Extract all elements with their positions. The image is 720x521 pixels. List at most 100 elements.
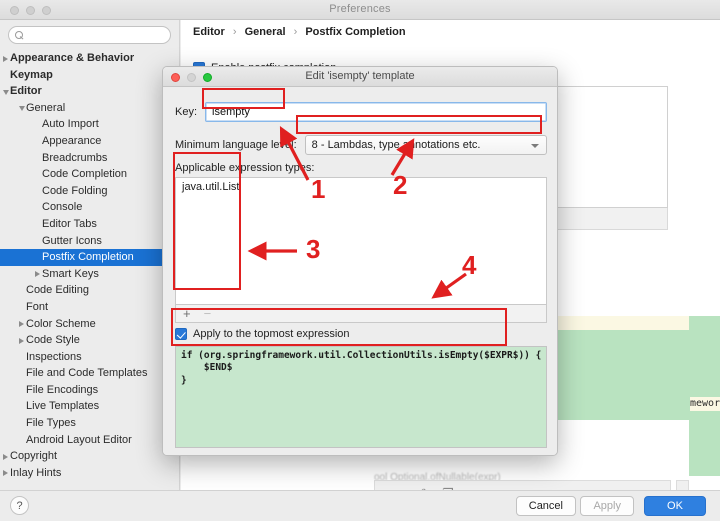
sidebar-item-label: File Encodings — [26, 383, 99, 396]
sidebar-item-label: Keymap — [10, 68, 53, 81]
breadcrumb-part-2[interactable]: General — [245, 26, 286, 38]
apply-topmost-checkbox[interactable] — [175, 328, 187, 340]
sidebar-item-editor-tabs[interactable]: Editor Tabs — [0, 216, 179, 233]
sidebar-item-label: Editor Tabs — [42, 217, 97, 230]
expression-types-label: Applicable expression types: — [175, 162, 315, 174]
expression-types-list[interactable]: java.util.List — [175, 177, 547, 305]
language-level-value: 8 - Lambdas, type annotations etc. — [311, 139, 481, 151]
sidebar-item-breadcrumbs[interactable]: Breadcrumbs — [0, 150, 179, 167]
settings-tree[interactable]: Appearance & Behavior Keymap Editor General… — [0, 50, 179, 481]
chevron-down-icon[interactable] — [19, 106, 25, 114]
sidebar-item-console[interactable]: Console — [0, 199, 179, 216]
sidebar-item-gutter-icons[interactable]: Gutter Icons — [0, 233, 179, 250]
chevron-right-icon[interactable] — [3, 453, 8, 460]
sidebar-item-label: Code Completion — [42, 168, 127, 181]
sidebar-item-label: Inlay Hints — [10, 466, 62, 479]
sidebar-item-label: Font — [26, 300, 49, 313]
ok-button[interactable]: OK — [644, 496, 706, 516]
window-title: Preferences — [329, 3, 391, 15]
key-row: Key: isempty — [175, 101, 547, 123]
background-code-line: mework.util.CollectionUtils.isE — [690, 397, 720, 411]
language-level-select[interactable]: 8 - Lambdas, type annotations etc. — [304, 135, 547, 155]
chevron-right-icon[interactable] — [3, 55, 8, 62]
sidebar-item-keymap[interactable]: Keymap — [0, 67, 179, 84]
sidebar-item-label: Console — [42, 201, 83, 214]
sidebar-item-label: General — [26, 101, 66, 114]
sidebar-item-color-scheme[interactable]: Color Scheme — [0, 316, 179, 333]
sidebar-item-label: Copyright — [10, 450, 58, 463]
sidebar-item-label: Editor — [10, 85, 42, 98]
sidebar-item-android-layout-editor[interactable]: Android Layout Editor — [0, 432, 179, 449]
key-label: Key: — [175, 106, 198, 118]
apply-button[interactable]: Apply — [580, 496, 634, 516]
sidebar-item-copyright[interactable]: Copyright — [0, 448, 179, 465]
sidebar-item-inspections[interactable]: Inspections — [0, 349, 179, 366]
sidebar-item-label: Inspections — [26, 350, 82, 363]
sidebar-item-code-style[interactable]: Code Style — [0, 332, 179, 349]
sidebar-item-label: Postfix Completion — [42, 251, 134, 264]
sidebar-item-editor[interactable]: Editor — [0, 83, 179, 100]
breadcrumb-separator-1: › — [232, 26, 237, 38]
sidebar-item-live-templates[interactable]: Live Templates — [0, 398, 179, 415]
sidebar-item-label: Smart Keys — [42, 267, 99, 280]
sidebar-item-label: Code Folding — [42, 184, 108, 197]
breadcrumb-part-1[interactable]: Editor — [193, 26, 225, 38]
help-button[interactable]: ? — [10, 496, 29, 515]
settings-sidebar[interactable]: Appearance & Behavior Keymap Editor General… — [0, 20, 180, 490]
breadcrumb-part-3: Postfix Completion — [305, 26, 406, 38]
sidebar-item-smart-keys[interactable]: Smart Keys — [0, 266, 179, 283]
sidebar-item-general[interactable]: General — [0, 100, 179, 117]
sidebar-item-auto-import[interactable]: Auto Import — [0, 116, 179, 133]
sidebar-item-appearance[interactable]: Appearance — [0, 133, 179, 150]
apply-topmost-row[interactable]: Apply to the topmost expression — [175, 328, 350, 340]
sidebar-item-label: File and Code Templates — [26, 367, 148, 380]
sidebar-item-postfix-completion[interactable]: Postfix Completion — [0, 249, 179, 266]
sidebar-item-label: File Types — [26, 417, 76, 430]
breadcrumb-separator-2: › — [293, 26, 298, 38]
sidebar-item-label: Gutter Icons — [42, 234, 102, 247]
breadcrumb: Editor › General › Postfix Completion — [193, 26, 406, 38]
search-input[interactable] — [27, 28, 164, 42]
sidebar-item-file-encodings[interactable]: File Encodings — [0, 382, 179, 399]
sidebar-item-label: Color Scheme — [26, 317, 96, 330]
chevron-right-icon[interactable] — [3, 470, 8, 477]
sidebar-item-code-folding[interactable]: Code Folding — [0, 183, 179, 200]
expression-types-toolbar[interactable]: + − — [175, 305, 547, 323]
sidebar-item-label: Auto Import — [42, 118, 99, 131]
code-template-area[interactable]: if (org.springframework.util.CollectionU… — [175, 346, 547, 448]
apply-topmost-label: Apply to the topmost expression — [193, 328, 350, 340]
list-item[interactable]: java.util.List — [176, 178, 546, 196]
background-code-block-right — [689, 316, 720, 476]
chevron-down-icon — [531, 144, 539, 148]
language-level-row: Minimum language level: 8 - Lambdas, typ… — [175, 135, 547, 155]
sidebar-item-label: Breadcrumbs — [42, 151, 108, 164]
sidebar-item-code-completion[interactable]: Code Completion — [0, 166, 179, 183]
preferences-titlebar: Preferences — [0, 0, 720, 20]
search-box[interactable] — [8, 26, 171, 44]
dialog-titlebar: Edit 'isempty' template — [163, 67, 557, 87]
chevron-right-icon[interactable] — [19, 321, 24, 327]
chevron-right-icon[interactable] — [35, 271, 40, 278]
sidebar-item-appearance-behavior[interactable]: Appearance & Behavior — [0, 50, 179, 67]
sidebar-item-code-editing[interactable]: Code Editing — [0, 282, 179, 299]
search-icon — [15, 30, 24, 40]
add-expression-type-icon[interactable]: + — [183, 307, 191, 320]
screen: Preferences Appearance & Behavior Keymap E… — [0, 0, 720, 521]
chevron-down-icon[interactable] — [3, 89, 9, 98]
cancel-button[interactable]: Cancel — [515, 496, 576, 516]
remove-expression-type-icon[interactable]: − — [204, 307, 212, 320]
sidebar-item-label: Live Templates — [26, 400, 100, 413]
sidebar-item-label: Code Style — [26, 334, 80, 347]
sidebar-item-font[interactable]: Font — [0, 299, 179, 316]
sidebar-item-label: Android Layout Editor — [26, 433, 132, 446]
sidebar-item-file-and-code-templates[interactable]: File and Code Templates — [0, 365, 179, 382]
sidebar-item-label: Appearance & Behavior — [10, 52, 135, 64]
chevron-right-icon[interactable] — [19, 337, 24, 344]
sidebar-item-inlay-hints[interactable]: Inlay Hints — [0, 465, 179, 482]
dialog-body: Key: isempty Minimum language level: 8 -… — [163, 87, 557, 455]
sidebar-item-file-types[interactable]: File Types — [0, 415, 179, 432]
key-input[interactable]: isempty — [205, 102, 547, 122]
preferences-footer: ? Cancel Apply OK — [0, 490, 720, 521]
search-wrapper — [0, 20, 179, 46]
edit-template-dialog: Edit 'isempty' template Key: isempty Min… — [162, 66, 558, 456]
